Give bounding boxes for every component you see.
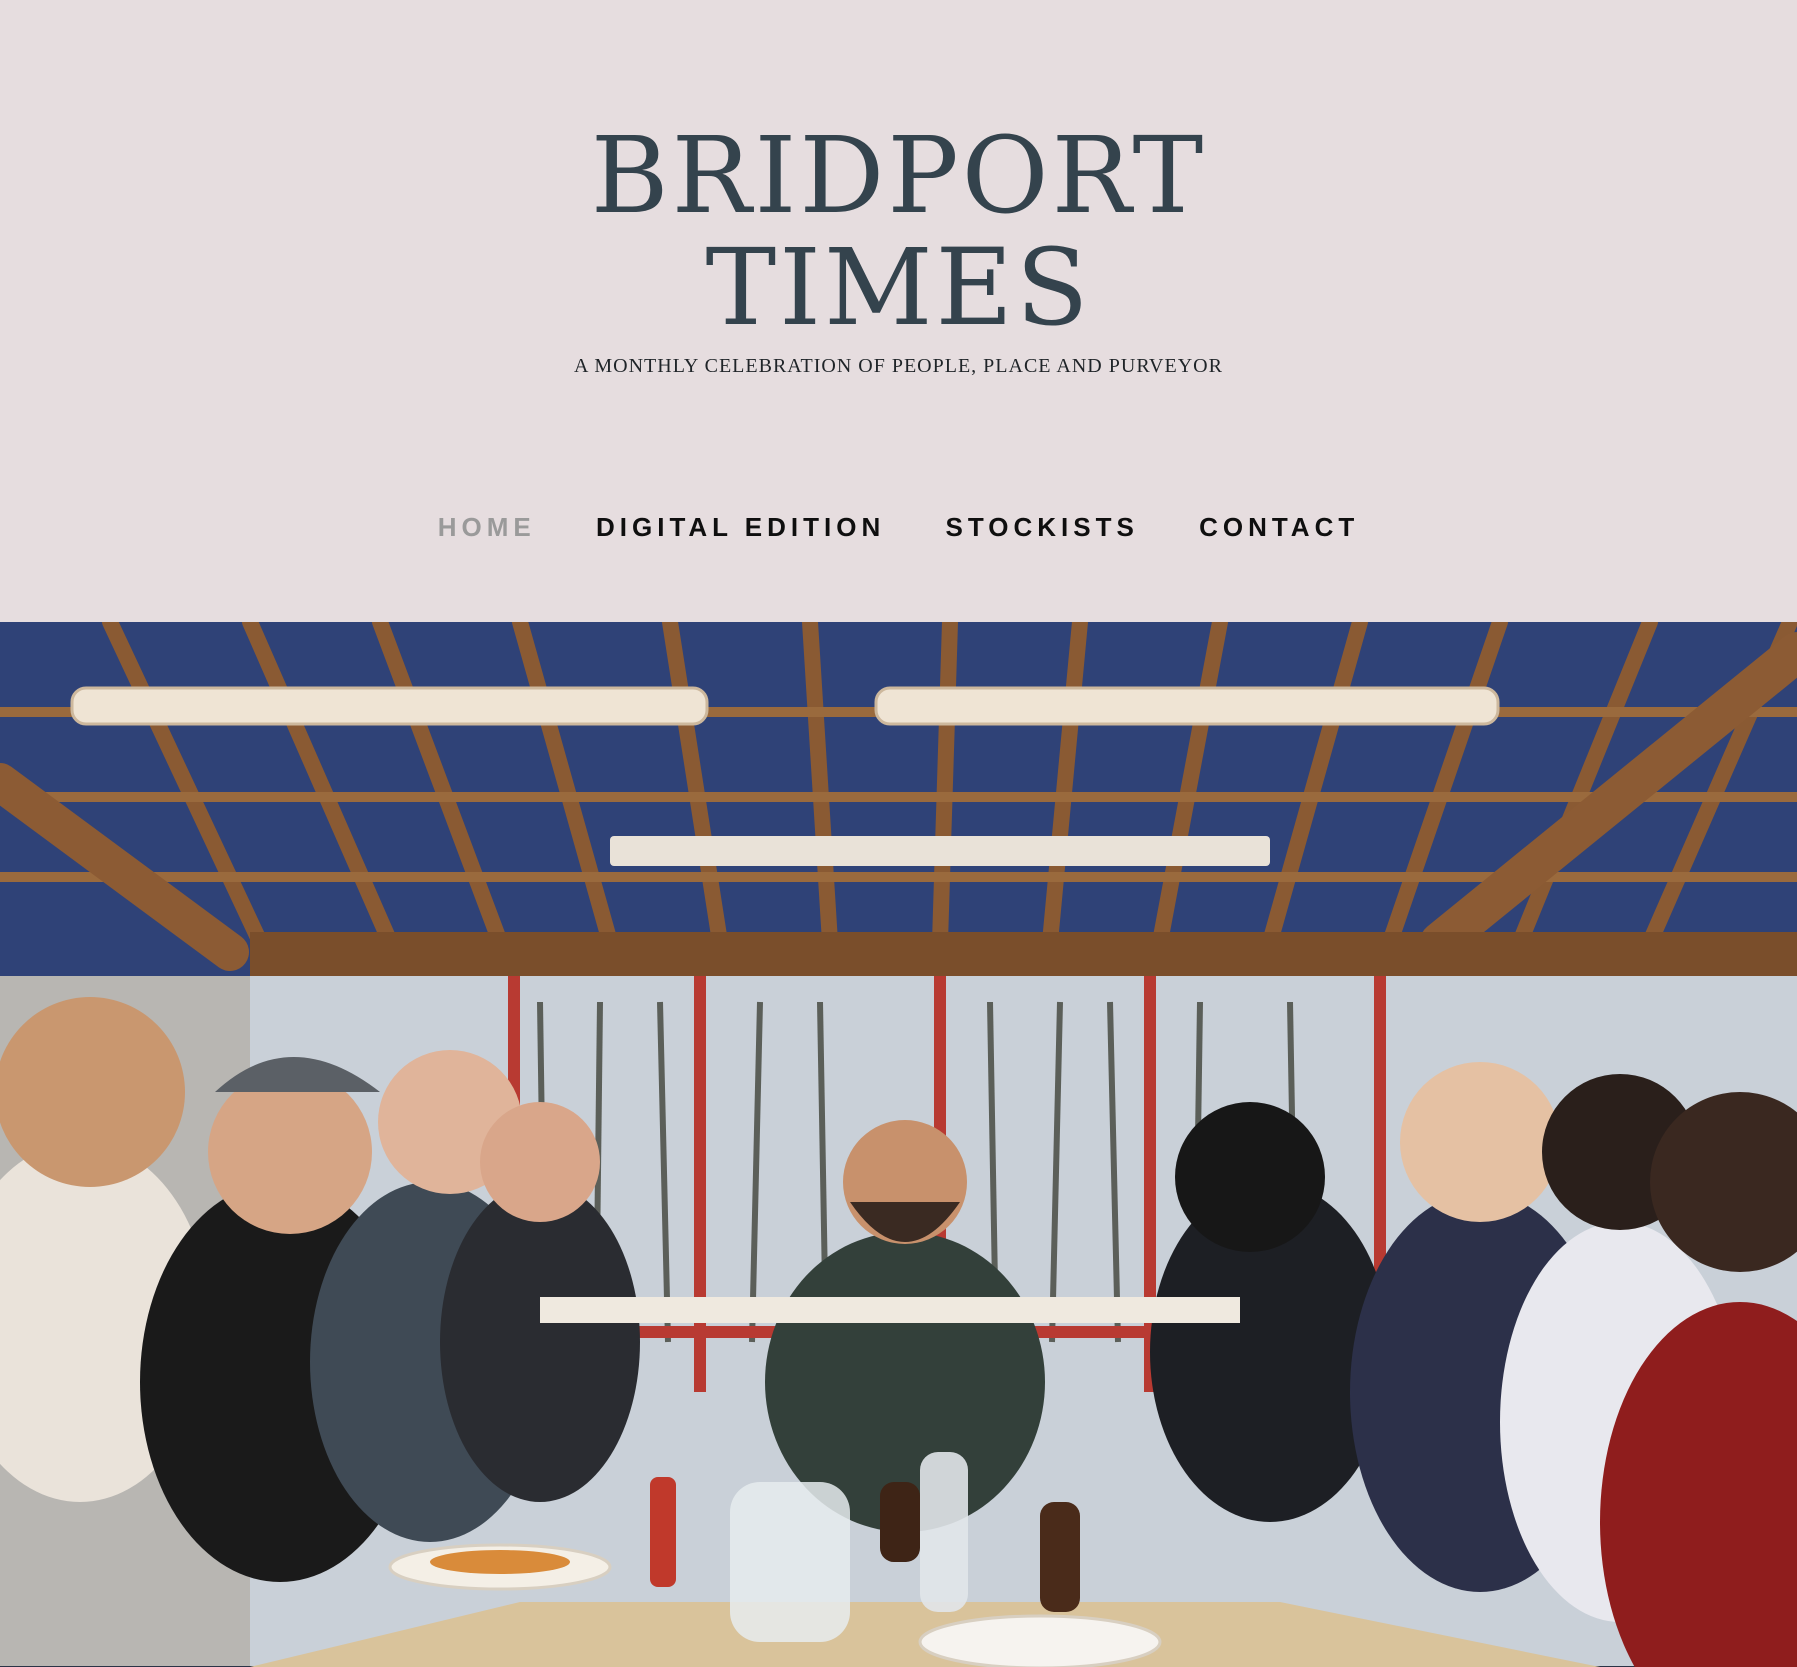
site-title[interactable]: BRIDPORT TIMES bbox=[0, 120, 1797, 344]
nav-contact-link[interactable]: CONTACT bbox=[1199, 512, 1359, 543]
main-beam bbox=[250, 932, 1797, 976]
main-navigation: HOME DIGITAL EDITION STOCKISTS CONTACT bbox=[0, 512, 1797, 543]
site-header: BRIDPORT TIMES A MONTHLY CELEBRATION OF … bbox=[0, 0, 1797, 622]
site-title-line-1[interactable]: BRIDPORT bbox=[0, 120, 1797, 232]
hero-photo-illustration bbox=[0, 622, 1797, 1667]
nav-digital-edition-link[interactable]: DIGITAL EDITION bbox=[596, 512, 885, 543]
ceiling-light-right bbox=[874, 686, 1500, 726]
nav-home-link[interactable]: HOME bbox=[438, 512, 536, 543]
nav-stockists-link[interactable]: STOCKISTS bbox=[946, 512, 1139, 543]
hero-image bbox=[0, 622, 1797, 1667]
table-far-edge bbox=[540, 1297, 1240, 1323]
site-title-line-2[interactable]: TIMES bbox=[0, 232, 1797, 344]
projector-screen-case bbox=[610, 836, 1270, 866]
site-tagline: A MONTHLY CELEBRATION OF PEOPLE, PLACE A… bbox=[574, 355, 1223, 377]
ceiling-light-left bbox=[70, 686, 709, 726]
